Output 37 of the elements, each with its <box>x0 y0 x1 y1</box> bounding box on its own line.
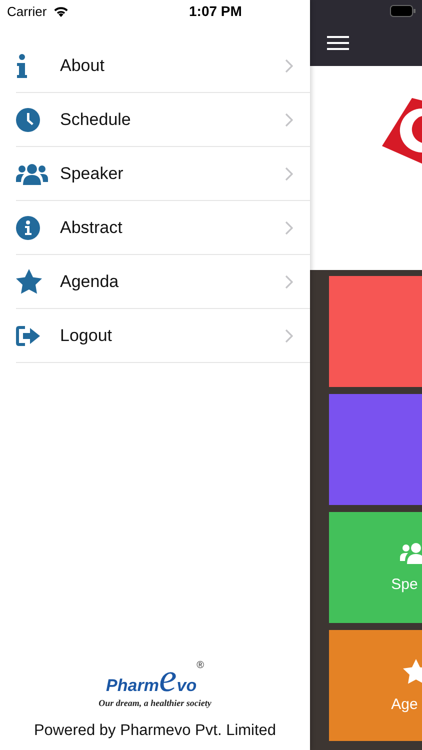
chevron-icon <box>285 112 293 126</box>
info-icon <box>16 216 40 240</box>
chevron-icon <box>285 166 293 180</box>
menu-item[interactable]: Agenda <box>16 255 310 309</box>
chevron-icon <box>285 58 293 72</box>
menu-label: Agenda <box>60 272 120 292</box>
star-icon <box>402 658 422 684</box>
menu-label: About <box>60 56 106 76</box>
carrier-label: Carrier <box>7 4 47 18</box>
menu-item[interactable]: Speaker <box>16 147 310 201</box>
chevron-icon <box>285 274 293 288</box>
menu-item[interactable]: Abstract <box>16 201 310 255</box>
tile-label: Spe <box>391 576 418 593</box>
menu-icon[interactable] <box>327 36 349 50</box>
clock-time: 1:07 PM <box>189 3 242 19</box>
menu-label: Speaker <box>60 164 124 184</box>
tagline: Our dream, a healthier society <box>98 698 212 708</box>
tile-label: Age <box>391 696 418 712</box>
menu-label: Schedule <box>60 110 132 130</box>
powered-by-text: Powered by Pharmevo Pvt. Limited <box>34 722 276 740</box>
tile[interactable] <box>329 394 422 505</box>
clock-icon <box>16 108 40 132</box>
star-icon <box>16 269 42 294</box>
chevron-icon <box>285 328 293 342</box>
tile[interactable] <box>329 276 422 387</box>
menu-label: Logout <box>60 326 113 346</box>
chevron-icon <box>285 220 293 234</box>
menu-item[interactable]: About <box>16 39 310 93</box>
battery-icon <box>390 5 416 17</box>
info-icon <box>16 54 28 78</box>
logout-icon <box>16 326 40 346</box>
users-icon <box>16 162 48 184</box>
wifi-icon <box>52 5 69 17</box>
menu-item[interactable]: Schedule <box>16 93 310 147</box>
menu-label: Abstract <box>60 218 124 238</box>
menu-item[interactable]: Logout <box>16 309 310 363</box>
users-icon <box>400 542 422 564</box>
